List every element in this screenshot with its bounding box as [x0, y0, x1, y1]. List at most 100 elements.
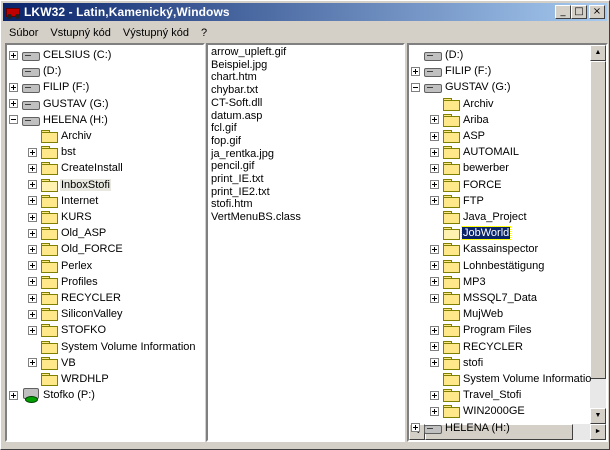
tree-item[interactable]: FILIP (F:)	[9, 79, 90, 95]
expand-icon[interactable]	[430, 390, 439, 400]
file-list-item[interactable]: chart.htm	[211, 71, 257, 83]
file-list-item[interactable]: fcl.gif	[211, 122, 237, 134]
tree-item[interactable]: GUSTAV (G:)	[411, 79, 512, 95]
tree-item[interactable]: Old_FORCE	[28, 241, 124, 257]
tree-item[interactable]: Program Files	[430, 322, 532, 338]
file-list-item[interactable]: VertMenuBS.class	[211, 211, 301, 223]
tree-item[interactable]: ASP	[430, 128, 486, 144]
expand-icon[interactable]	[9, 50, 18, 60]
tree-item[interactable]: MP3	[430, 274, 487, 290]
tree-item[interactable]: CreateInstall	[28, 160, 124, 176]
expand-icon[interactable]	[28, 261, 37, 271]
file-list-item[interactable]: datum.asp	[211, 110, 262, 122]
tree-item[interactable]: STOFKO	[28, 322, 107, 338]
target-folder-tree[interactable]: ▲ ▼ ◄ ► (D:)FILIP (F:)GUSTAV (G:)ArchivA…	[407, 43, 608, 442]
tree-item[interactable]: (D:)	[411, 47, 464, 63]
expand-icon[interactable]	[28, 293, 37, 303]
expand-icon[interactable]	[9, 99, 18, 109]
tree-item[interactable]: Perlex	[28, 258, 93, 274]
tree-item[interactable]: Archiv	[28, 128, 93, 144]
expand-icon[interactable]	[430, 406, 439, 416]
file-list-item[interactable]: fop.gif	[211, 135, 241, 147]
tree-item[interactable]: System Volume Information	[28, 339, 197, 355]
tree-item[interactable]: WRDHLP	[28, 371, 110, 387]
file-list-item[interactable]: print_IE2.txt	[211, 186, 270, 198]
tree-item[interactable]: RECYCLER	[430, 339, 524, 355]
expand-icon[interactable]	[430, 163, 439, 173]
tree-item[interactable]: System Volume Informatio	[430, 371, 592, 387]
file-list-item[interactable]: Beispiel.jpg	[211, 59, 267, 71]
expand-icon[interactable]	[430, 261, 439, 271]
tree-item[interactable]: FILIP (F:)	[411, 63, 492, 79]
tree-item[interactable]: Archiv	[430, 96, 495, 112]
tree-item[interactable]: Lohnbestätigung	[430, 258, 545, 274]
tree-item[interactable]: Travel_Stofi	[430, 387, 522, 403]
tree-item[interactable]: MujWeb	[430, 306, 504, 322]
expand-icon[interactable]	[28, 212, 37, 222]
tree-item[interactable]: Profiles	[28, 274, 99, 290]
tree-item[interactable]: VB	[28, 355, 77, 371]
tree-item[interactable]: FTP	[430, 193, 485, 209]
menu-vystupny-kod[interactable]: Výstupný kód	[117, 27, 195, 39]
minimize-button[interactable]: _	[555, 5, 571, 19]
tree-item[interactable]: HELENA (H:)	[411, 420, 511, 436]
tree-item[interactable]: Stofko (P:)	[9, 387, 96, 404]
tree-item[interactable]: CELSIUS (C:)	[9, 47, 112, 63]
expand-icon[interactable]	[430, 358, 439, 368]
file-list-item[interactable]: pencil.gif	[211, 160, 254, 172]
expand-icon[interactable]	[28, 309, 37, 319]
expand-icon[interactable]	[28, 277, 37, 287]
scroll-down-button[interactable]: ▼	[590, 408, 606, 424]
expand-icon[interactable]	[430, 196, 439, 206]
tree-item[interactable]: JobWorld	[430, 225, 512, 241]
expand-icon[interactable]	[430, 131, 439, 141]
tree-item[interactable]: WIN2000GE	[430, 403, 526, 419]
maximize-button[interactable]: □	[571, 5, 587, 19]
expand-icon[interactable]	[28, 244, 37, 254]
expand-icon[interactable]	[28, 147, 37, 157]
scroll-up-button[interactable]: ▲	[590, 45, 606, 61]
tree-item[interactable]: bewerber	[430, 160, 510, 176]
expand-icon[interactable]	[9, 390, 18, 400]
expand-icon[interactable]	[28, 228, 37, 238]
collapse-icon[interactable]	[411, 82, 420, 92]
tree-item[interactable]: MSSQL7_Data	[430, 290, 538, 306]
scroll-right-button[interactable]: ►	[590, 424, 606, 440]
tree-item[interactable]: Java_Project	[430, 209, 528, 225]
expand-icon[interactable]	[28, 180, 37, 190]
expand-icon[interactable]	[430, 244, 439, 254]
menu-help[interactable]: ?	[195, 27, 213, 39]
tree-item[interactable]: KURS	[28, 209, 93, 225]
file-list-item[interactable]: stofi.htm	[211, 198, 253, 210]
expand-icon[interactable]	[9, 82, 18, 92]
expand-icon[interactable]	[28, 325, 37, 335]
file-list[interactable]: arrow_upleft.gif Beispiel.jpg chart.htm chy…	[206, 43, 405, 442]
close-button[interactable]: ×	[589, 5, 605, 19]
tree-item[interactable]: Kassainspector	[430, 241, 539, 257]
expand-icon[interactable]	[430, 147, 439, 157]
expand-icon[interactable]	[430, 325, 439, 335]
expand-icon[interactable]	[430, 277, 439, 287]
expand-icon[interactable]	[430, 293, 439, 303]
tree-item[interactable]: HELENA (H:)	[9, 112, 109, 128]
scroll-thumb[interactable]	[590, 61, 606, 379]
file-list-item[interactable]: print_IE.txt	[211, 173, 264, 185]
tree-item[interactable]: AUTOMAIL	[430, 144, 520, 160]
expand-icon[interactable]	[28, 358, 37, 368]
tree-item[interactable]: SiliconValley	[28, 306, 124, 322]
file-list-item[interactable]: chybar.txt	[211, 84, 258, 96]
menu-subor[interactable]: Súbor	[3, 27, 44, 39]
vertical-scrollbar[interactable]: ▲ ▼	[590, 45, 606, 424]
tree-item[interactable]: RECYCLER	[28, 290, 122, 306]
tree-item[interactable]: stofi	[430, 355, 484, 371]
expand-icon[interactable]	[28, 196, 37, 206]
tree-item[interactable]: bst	[28, 144, 77, 160]
expand-icon[interactable]	[430, 115, 439, 125]
tree-item[interactable]: Internet	[28, 193, 99, 209]
collapse-icon[interactable]	[9, 115, 18, 125]
source-folder-tree[interactable]: CELSIUS (C:) (D:) FILIP (F:) GUSTAV (G:) HEL…	[5, 43, 205, 442]
file-list-item[interactable]: CT-Soft.dll	[211, 97, 262, 109]
title-bar[interactable]: LKW32 - Latin,Kamenický,Windows _ □ ×	[3, 3, 607, 21]
tree-item[interactable]: FORCE	[430, 177, 503, 193]
expand-icon[interactable]	[411, 423, 420, 433]
